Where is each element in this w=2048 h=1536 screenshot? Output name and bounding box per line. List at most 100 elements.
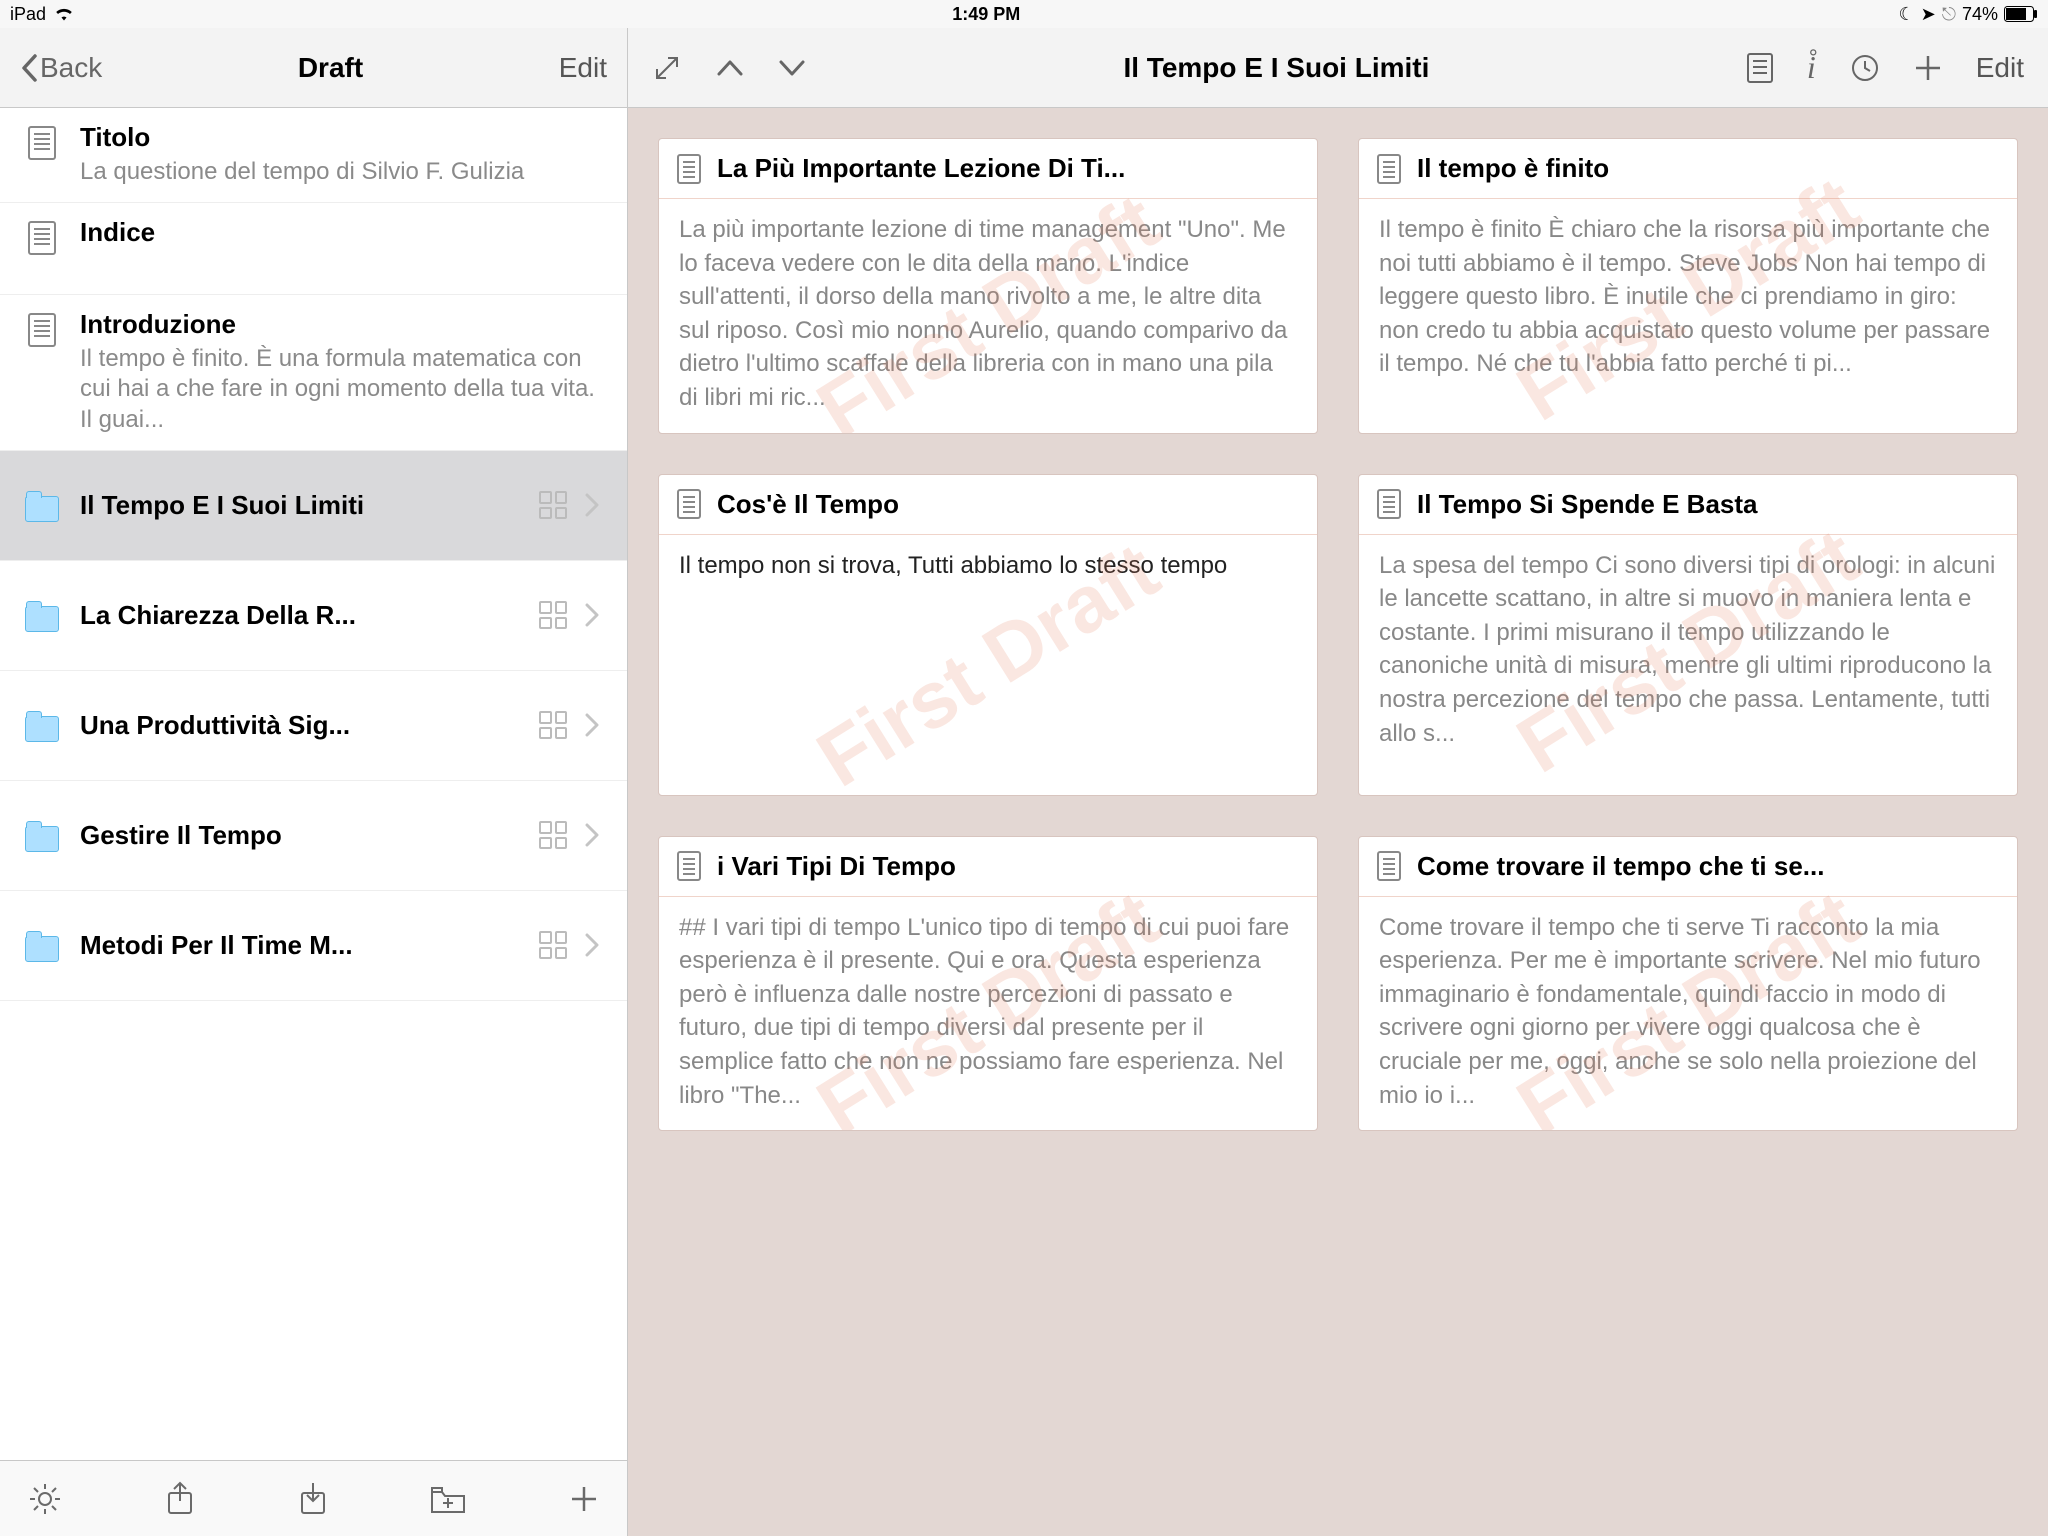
binder-folder-row[interactable]: Gestire Il Tempo [0, 781, 627, 891]
card-synopsis[interactable]: First DraftIl tempo non si trova, Tutti … [659, 535, 1317, 795]
chevron-right-icon [585, 713, 599, 737]
back-button[interactable]: Back [20, 52, 102, 84]
folder-icon [25, 496, 59, 522]
corkboard-grid-icon[interactable] [539, 711, 567, 739]
battery-icon [2004, 6, 2038, 22]
folder-icon [25, 826, 59, 852]
add-card-icon[interactable] [1914, 54, 1942, 82]
chevron-right-icon [585, 933, 599, 957]
corkboard-panel: Il Tempo E I Suoi Limiti i̊ Edit La Più … [628, 28, 2048, 1536]
binder-doc-row[interactable]: Titolo La questione del tempo di Silvio F… [0, 108, 627, 203]
binder-folder-row[interactable]: La Chiarezza Della R... [0, 561, 627, 671]
card-title: i Vari Tipi Di Tempo [717, 851, 956, 882]
back-label: Back [40, 52, 102, 84]
info-icon[interactable]: i̊ [1807, 49, 1816, 86]
binder-item-title: Metodi Per Il Time M... [80, 930, 539, 961]
card-synopsis[interactable]: First DraftCome trovare il tempo che ti … [1359, 897, 2017, 1131]
binder-folder-row[interactable]: Il Tempo E I Suoi Limiti [0, 451, 627, 561]
share-icon[interactable] [165, 1481, 195, 1517]
index-card[interactable]: Come trovare il tempo che ti se... First … [1358, 836, 2018, 1132]
binder-list[interactable]: Titolo La questione del tempo di Silvio F… [0, 108, 627, 1460]
chevron-right-icon [585, 823, 599, 847]
binder-doc-row[interactable]: Introduzione Il tempo è finito. È una for… [0, 295, 627, 451]
card-body-text: Il tempo è finito È chiaro che la risors… [1379, 213, 1997, 381]
location-icon: ➤ [1921, 4, 1936, 25]
binder-item-title: Indice [80, 217, 605, 248]
card-title: Cos'è Il Tempo [717, 489, 899, 520]
card-synopsis[interactable]: First Draft## I vari tipi di tempo L'uni… [659, 897, 1317, 1131]
outline-icon[interactable] [1747, 53, 1773, 83]
card-body-text: ## I vari tipi di tempo L'unico tipo di … [679, 911, 1297, 1113]
index-card[interactable]: Il Tempo Si Spende E Basta First DraftLa … [1358, 474, 2018, 796]
card-title: Il Tempo Si Spende E Basta [1417, 489, 1758, 520]
sidebar-bottom-toolbar [0, 1460, 627, 1536]
document-icon [28, 126, 56, 160]
document-icon [28, 313, 56, 347]
card-body-text: Il tempo non si trova, Tutti abbiamo lo … [679, 549, 1297, 583]
index-card[interactable]: i Vari Tipi Di Tempo First Draft## I vari… [658, 836, 1318, 1132]
binder-item-title: Introduzione [80, 309, 605, 340]
binder-item-title: Il Tempo E I Suoi Limiti [80, 490, 539, 521]
document-icon [1377, 489, 1401, 519]
corkboard-grid-icon[interactable] [539, 601, 567, 629]
sidebar-toolbar: Back Draft Edit [0, 28, 627, 108]
add-icon[interactable] [569, 1484, 599, 1514]
index-card[interactable]: La Più Importante Lezione Di Ti... First … [658, 138, 1318, 434]
index-card[interactable]: Cos'è Il Tempo First DraftIl tempo non si… [658, 474, 1318, 796]
document-icon [677, 489, 701, 519]
expand-icon[interactable] [652, 53, 682, 83]
folder-icon [25, 716, 59, 742]
card-body-text: Come trovare il tempo che ti serve Ti ra… [1379, 911, 1997, 1113]
move-folder-icon[interactable] [430, 1484, 466, 1514]
clock: 1:49 PM [74, 4, 1898, 25]
card-synopsis[interactable]: First DraftIl tempo è finito È chiaro ch… [1359, 199, 2017, 399]
corkboard[interactable]: La Più Importante Lezione Di Ti... First … [628, 108, 2048, 1536]
index-card[interactable]: Il tempo è finito First DraftIl tempo è f… [1358, 138, 2018, 434]
document-title: Il Tempo E I Suoi Limiti [840, 52, 1713, 84]
binder-item-title: Gestire Il Tempo [80, 820, 539, 851]
card-title: La Più Importante Lezione Di Ti... [717, 153, 1125, 184]
card-synopsis[interactable]: First DraftLa più importante lezione di … [659, 199, 1317, 433]
corkboard-grid-icon[interactable] [539, 821, 567, 849]
document-icon [677, 154, 701, 184]
binder-folder-row[interactable]: Metodi Per Il Time M... [0, 891, 627, 1001]
prev-icon[interactable] [716, 58, 744, 78]
chevron-right-icon [585, 603, 599, 627]
binder-sidebar: Back Draft Edit Titolo La questione del t… [0, 28, 628, 1536]
do-not-disturb-icon: ☾ [1898, 4, 1914, 25]
binder-item-title: Titolo [80, 122, 605, 153]
document-icon [28, 221, 56, 255]
corkboard-grid-icon[interactable] [539, 491, 567, 519]
bluetooth-icon: ⎋ [1942, 4, 1956, 25]
chevron-right-icon [585, 493, 599, 517]
binder-folder-row[interactable]: Una Produttività Sig... [0, 671, 627, 781]
document-icon [1377, 154, 1401, 184]
next-icon[interactable] [778, 58, 806, 78]
card-body-text: La più importante lezione di time manage… [679, 213, 1297, 415]
binder-doc-row[interactable]: Indice [0, 203, 627, 295]
import-icon[interactable] [298, 1481, 328, 1517]
binder-item-synopsis: La questione del tempo di Silvio F. Guli… [80, 157, 605, 188]
status-bar: iPad 1:49 PM ☾ ➤ ⎋ 74% [0, 0, 2048, 28]
device-label: iPad [10, 4, 46, 25]
card-synopsis[interactable]: First DraftLa spesa del tempo Ci sono di… [1359, 535, 2017, 769]
binder-item-title: La Chiarezza Della R... [80, 600, 539, 631]
sidebar-edit-button[interactable]: Edit [559, 52, 607, 84]
main-edit-button[interactable]: Edit [1976, 52, 2024, 84]
main-toolbar: Il Tempo E I Suoi Limiti i̊ Edit [628, 28, 2048, 108]
card-body-text: La spesa del tempo Ci sono diversi tipi … [1379, 549, 1997, 751]
binder-item-title: Una Produttività Sig... [80, 710, 539, 741]
folder-icon [25, 936, 59, 962]
sidebar-title: Draft [298, 52, 363, 84]
document-icon [677, 851, 701, 881]
folder-icon [25, 606, 59, 632]
wifi-icon [54, 7, 74, 21]
corkboard-grid-icon[interactable] [539, 931, 567, 959]
battery-percent: 74% [1962, 4, 1998, 25]
history-icon[interactable] [1850, 53, 1880, 83]
document-icon [1377, 851, 1401, 881]
settings-gear-icon[interactable] [28, 1482, 62, 1516]
card-title: Come trovare il tempo che ti se... [1417, 851, 1824, 882]
binder-item-synopsis: Il tempo è finito. È una formula matemat… [80, 344, 605, 436]
card-title: Il tempo è finito [1417, 153, 1609, 184]
